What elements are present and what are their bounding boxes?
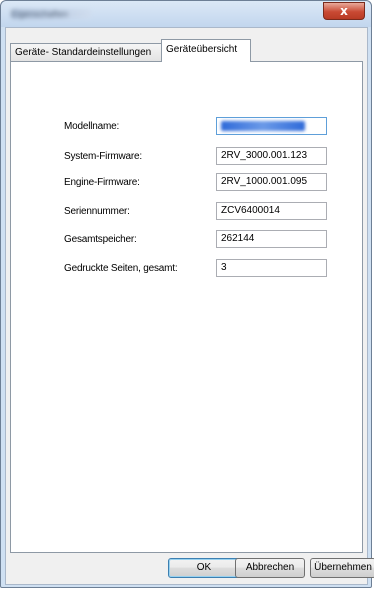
ok-button[interactable]: OK — [168, 558, 240, 578]
field-row-system-firmware: System-Firmware: 2RV_3000.001.123 — [11, 147, 362, 167]
tab-device-overview[interactable]: Geräteübersicht — [161, 39, 251, 62]
engine-firmware-label: Engine-Firmware: — [64, 177, 140, 188]
printed-pages-field[interactable]: 3 — [216, 259, 327, 277]
field-row-engine-firmware: Engine-Firmware: 2RV_1000.001.095 — [11, 173, 362, 193]
field-row-printed-pages: Gedruckte Seiten, gesamt: 3 — [11, 259, 362, 279]
dialog-body: Geräte- Standardeinstellungen Geräteüber… — [5, 27, 374, 585]
engine-firmware-field[interactable]: 2RV_1000.001.095 — [216, 173, 327, 191]
total-memory-field[interactable]: 262144 — [216, 230, 327, 248]
field-row-serial-number: Seriennummer: ZCV6400014 — [11, 202, 362, 222]
model-name-label: Modellname: — [64, 121, 120, 132]
printed-pages-label: Gedruckte Seiten, gesamt: — [64, 263, 178, 274]
field-row-total-memory: Gesamtspeicher: 262144 — [11, 230, 362, 250]
apply-button[interactable]: Übernehmen — [310, 558, 374, 578]
close-icon: x — [340, 4, 348, 18]
close-button[interactable]: x — [323, 2, 365, 20]
model-name-field[interactable] — [216, 117, 327, 135]
serial-number-field[interactable]: ZCV6400014 — [216, 202, 327, 220]
serial-number-label: Seriennummer: — [64, 206, 130, 217]
tab-device-defaults[interactable]: Geräte- Standardeinstellungen — [10, 43, 162, 61]
system-firmware-field[interactable]: 2RV_3000.001.123 — [216, 147, 327, 165]
cancel-button[interactable]: Abbrechen — [235, 558, 305, 578]
window-title: Eigenschaften — [11, 9, 91, 19]
title-bar[interactable]: Eigenschaften x — [1, 1, 371, 27]
redacted-value — [221, 121, 305, 131]
total-memory-label: Gesamtspeicher: — [64, 234, 137, 245]
overview-panel: Modellname: System-Firmware: 2RV_3000.00… — [10, 61, 363, 553]
field-row-model-name: Modellname: — [11, 117, 362, 137]
system-firmware-label: System-Firmware: — [64, 151, 142, 162]
properties-window: Eigenschaften x Geräte- Standardeinstell… — [0, 0, 374, 588]
button-bar: OK Abbrechen Übernehmen — [6, 558, 374, 580]
